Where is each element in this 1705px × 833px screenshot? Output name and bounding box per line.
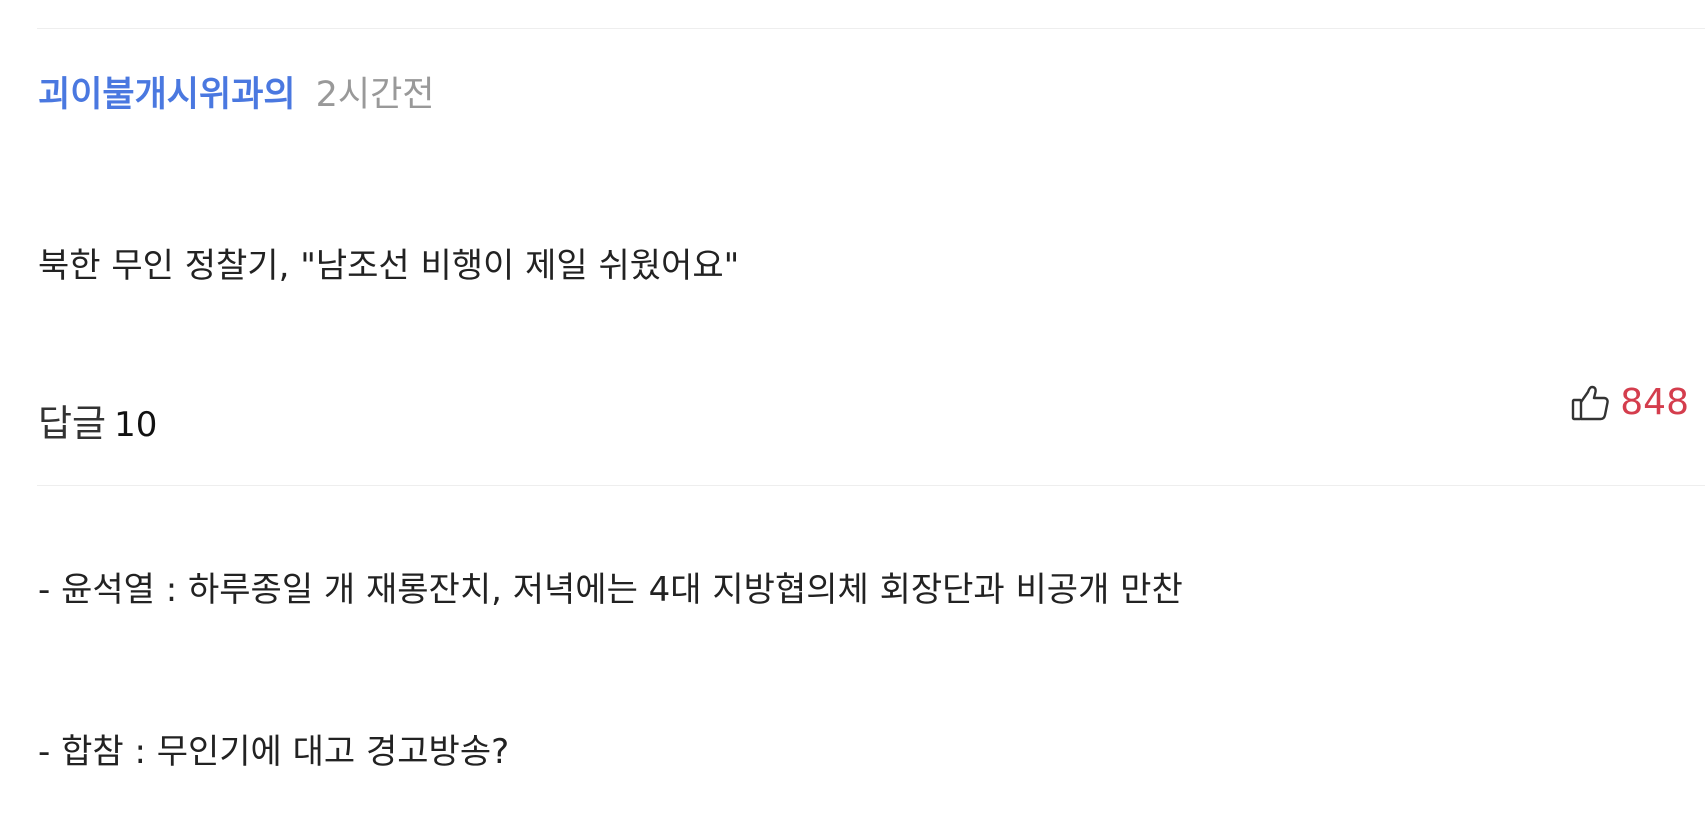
comment-body: 북한 무인 정찰기, "남조선 비행이 제일 쉬웠어요" - 윤석열 : 하루종… (38, 131, 1638, 833)
comment-body-line: 북한 무인 정찰기, "남조선 비행이 제일 쉬웠어요" (38, 246, 740, 286)
reply-label: 답글 (38, 402, 107, 445)
reply-count: 10 (114, 405, 158, 445)
comment-body-line: - 합참 : 무인기에 대고 경고방송? (38, 732, 510, 772)
comment-header: 괴이불개시위과의 2시간전 (38, 66, 434, 117)
comment-timestamp: 2시간전 (315, 75, 435, 115)
like-button[interactable]: 848 (1570, 382, 1689, 423)
top-divider (37, 28, 1705, 29)
bottom-divider (37, 485, 1705, 486)
reply-button[interactable]: 답글 10 (38, 393, 157, 447)
comment-body-line (38, 401, 1638, 455)
like-count: 848 (1620, 382, 1689, 423)
comment-author[interactable]: 괴이불개시위과의 (38, 66, 296, 117)
thumbs-up-icon (1572, 385, 1610, 420)
comment-body-line: - 윤석열 : 하루종일 개 재롱잔치, 저녁에는 4대 지방협의체 회장단과 … (38, 570, 1183, 610)
